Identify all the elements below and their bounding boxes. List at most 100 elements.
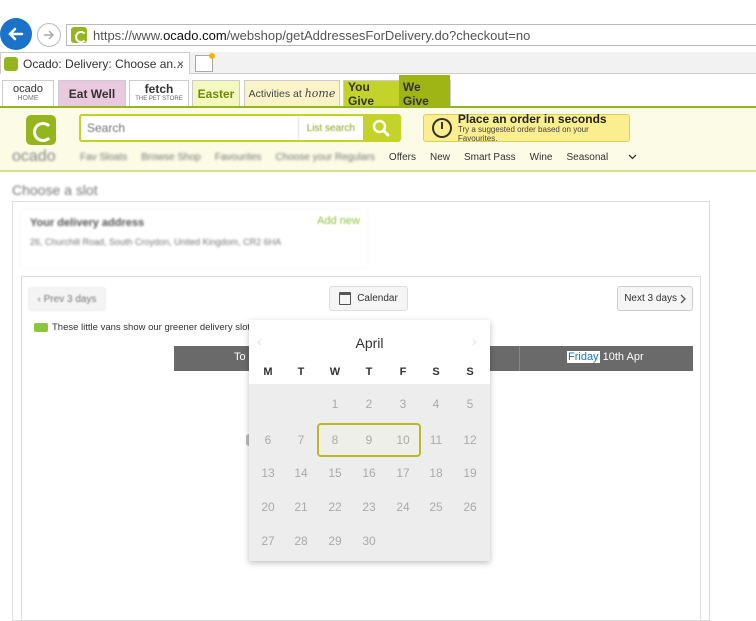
tab-close-icon[interactable]: × [177, 57, 184, 71]
tab-title: Ocado: Delivery: Choose an... [23, 56, 184, 71]
prev-3-days-button[interactable]: ‹ Prev 3 days [28, 287, 106, 311]
calendar-day[interactable]: 9 [352, 423, 386, 457]
search-button[interactable] [363, 116, 399, 140]
calendar-icon [339, 292, 352, 305]
calendar-day[interactable]: 16 [352, 456, 386, 490]
add-new-address-link[interactable]: Add new [317, 215, 360, 227]
calendar-button[interactable]: Calendar [329, 286, 408, 311]
calendar-day[interactable]: 11 [419, 423, 453, 457]
weekday-label: M [263, 366, 273, 378]
browser-tab[interactable]: Ocado: Delivery: Choose an... × [0, 52, 190, 74]
calendar-day[interactable]: 1 [318, 387, 352, 421]
nav-item-seasonal[interactable]: Seasonal [566, 152, 637, 166]
weekday-label: T [365, 366, 373, 378]
seasonal-label: Seasonal [566, 152, 609, 163]
ocado-logo-icon[interactable] [26, 115, 56, 145]
nav-item[interactable]: Choose your Regulars [275, 152, 375, 166]
weekday-label: S [466, 366, 474, 378]
calendar-day[interactable]: 10 [386, 423, 420, 457]
calendar-day[interactable]: 5 [453, 387, 487, 421]
next-3-days-label: Next 3 days [624, 293, 678, 304]
ocado-favicon [71, 27, 87, 43]
tab-activities-at-home[interactable]: Activities at home [244, 80, 340, 106]
forward-button[interactable] [37, 23, 61, 47]
nav-item-offers[interactable]: Offers [389, 152, 416, 166]
calendar-day[interactable]: 28 [284, 524, 318, 558]
url-text: https://www.ocado.com/webshop/getAddress… [93, 27, 531, 43]
calendar-day[interactable]: 30 [352, 524, 386, 558]
quick-order-promo[interactable]: Place an order in seconds Try a suggeste… [423, 112, 630, 143]
activities-tab-script: home [304, 87, 336, 100]
weekday-label: T [297, 366, 305, 378]
calendar-day[interactable]: 27 [251, 524, 285, 558]
weekday-label: S [432, 366, 440, 378]
day-header-today: To [234, 351, 246, 363]
friday-word: Friday [567, 351, 600, 363]
next-3-days-button[interactable]: Next 3 days [617, 286, 693, 311]
nav-item-wine[interactable]: Wine [530, 152, 553, 166]
forward-arrow-icon [44, 30, 55, 40]
tab-fetch[interactable]: fetch THE PET STORE [129, 80, 189, 106]
home-tab-sub: HOME [17, 94, 39, 102]
calendar-day[interactable]: 2 [352, 387, 386, 421]
calendar-day[interactable]: 3 [386, 387, 420, 421]
calendar-day[interactable]: 18 [419, 456, 453, 490]
tab-ocado-home[interactable]: ocado HOME [2, 80, 54, 106]
green-vans-note: These little vans show our greener deliv… [34, 322, 255, 333]
calendar-day[interactable]: 20 [251, 490, 285, 524]
calendar-day[interactable]: 26 [453, 490, 487, 524]
calendar-day[interactable]: 12 [453, 423, 487, 457]
tab-eat-well[interactable]: Eat Well [58, 80, 126, 106]
calendar-day[interactable]: 21 [284, 490, 318, 524]
calendar-day[interactable]: 6 [251, 423, 285, 457]
url-field[interactable]: https://www.ocado.com/webshop/getAddress… [66, 24, 756, 46]
fetch-tab-label: fetch [144, 81, 174, 96]
tab-easter[interactable]: Easter [192, 80, 240, 106]
nav-item-smart-pass[interactable]: Smart Pass [464, 152, 516, 166]
stopwatch-icon [432, 118, 452, 138]
green-van-icon [34, 323, 48, 332]
calendar-day[interactable]: 8 [318, 423, 352, 457]
search-box: List search [79, 114, 401, 142]
search-input[interactable] [81, 116, 298, 140]
calendar-day[interactable]: 23 [352, 490, 386, 524]
calendar-day[interactable]: 29 [318, 524, 352, 558]
nav-item[interactable]: Favourites [215, 152, 262, 166]
list-search-link[interactable]: List search [297, 116, 363, 140]
calendar-day[interactable]: 13 [251, 456, 285, 490]
new-tab-icon[interactable] [195, 53, 215, 72]
green-vans-text: These little vans show our greener deliv… [52, 322, 255, 333]
back-button[interactable] [0, 18, 32, 50]
weekday-label: F [399, 366, 407, 378]
ocado-logo-text[interactable]: ocado [12, 148, 56, 166]
search-icon [372, 119, 390, 137]
nav-item[interactable]: Fav Sloats [80, 152, 127, 166]
calendar-day[interactable]: 24 [386, 490, 420, 524]
calendar-day[interactable]: 15 [318, 456, 352, 490]
calendar-button-label: Calendar [357, 293, 398, 304]
activities-tab-label: Activities at [248, 87, 302, 100]
next-month-icon[interactable]: › [472, 333, 477, 349]
main-nav: Fav Sloats Browse Shop Favourites Choose… [80, 152, 651, 166]
calendar-day[interactable]: 4 [419, 387, 453, 421]
calendar-day[interactable]: 19 [453, 456, 487, 490]
address-line: 26, Churchill Road, South Croydon, Unite… [30, 237, 282, 247]
promo-subtitle: Try a suggested order based on your Favo… [457, 125, 589, 143]
tab-favicon [4, 56, 18, 71]
calendar-day[interactable]: 17 [386, 456, 420, 490]
calendar-day[interactable]: 14 [284, 456, 318, 490]
promo-title: Place an order in seconds [457, 112, 607, 126]
nav-item-new[interactable]: New [430, 152, 450, 166]
nav-item[interactable]: Browse Shop [141, 152, 200, 166]
chevron-down-icon [628, 154, 637, 160]
friday-date: 10th Apr [602, 351, 644, 363]
calendar-day[interactable]: 7 [284, 423, 318, 457]
calendar-day[interactable]: 25 [419, 490, 453, 524]
tab-you-give-we-give[interactable]: You Give We Give [343, 74, 451, 113]
fetch-tab-sub: THE PET STORE [135, 95, 183, 102]
calendar-month: April [355, 335, 384, 351]
calendar-day[interactable]: 22 [318, 490, 352, 524]
you-give-label: You Give [348, 79, 375, 108]
page-title: Choose a slot [12, 182, 98, 198]
back-arrow-icon [8, 27, 24, 41]
